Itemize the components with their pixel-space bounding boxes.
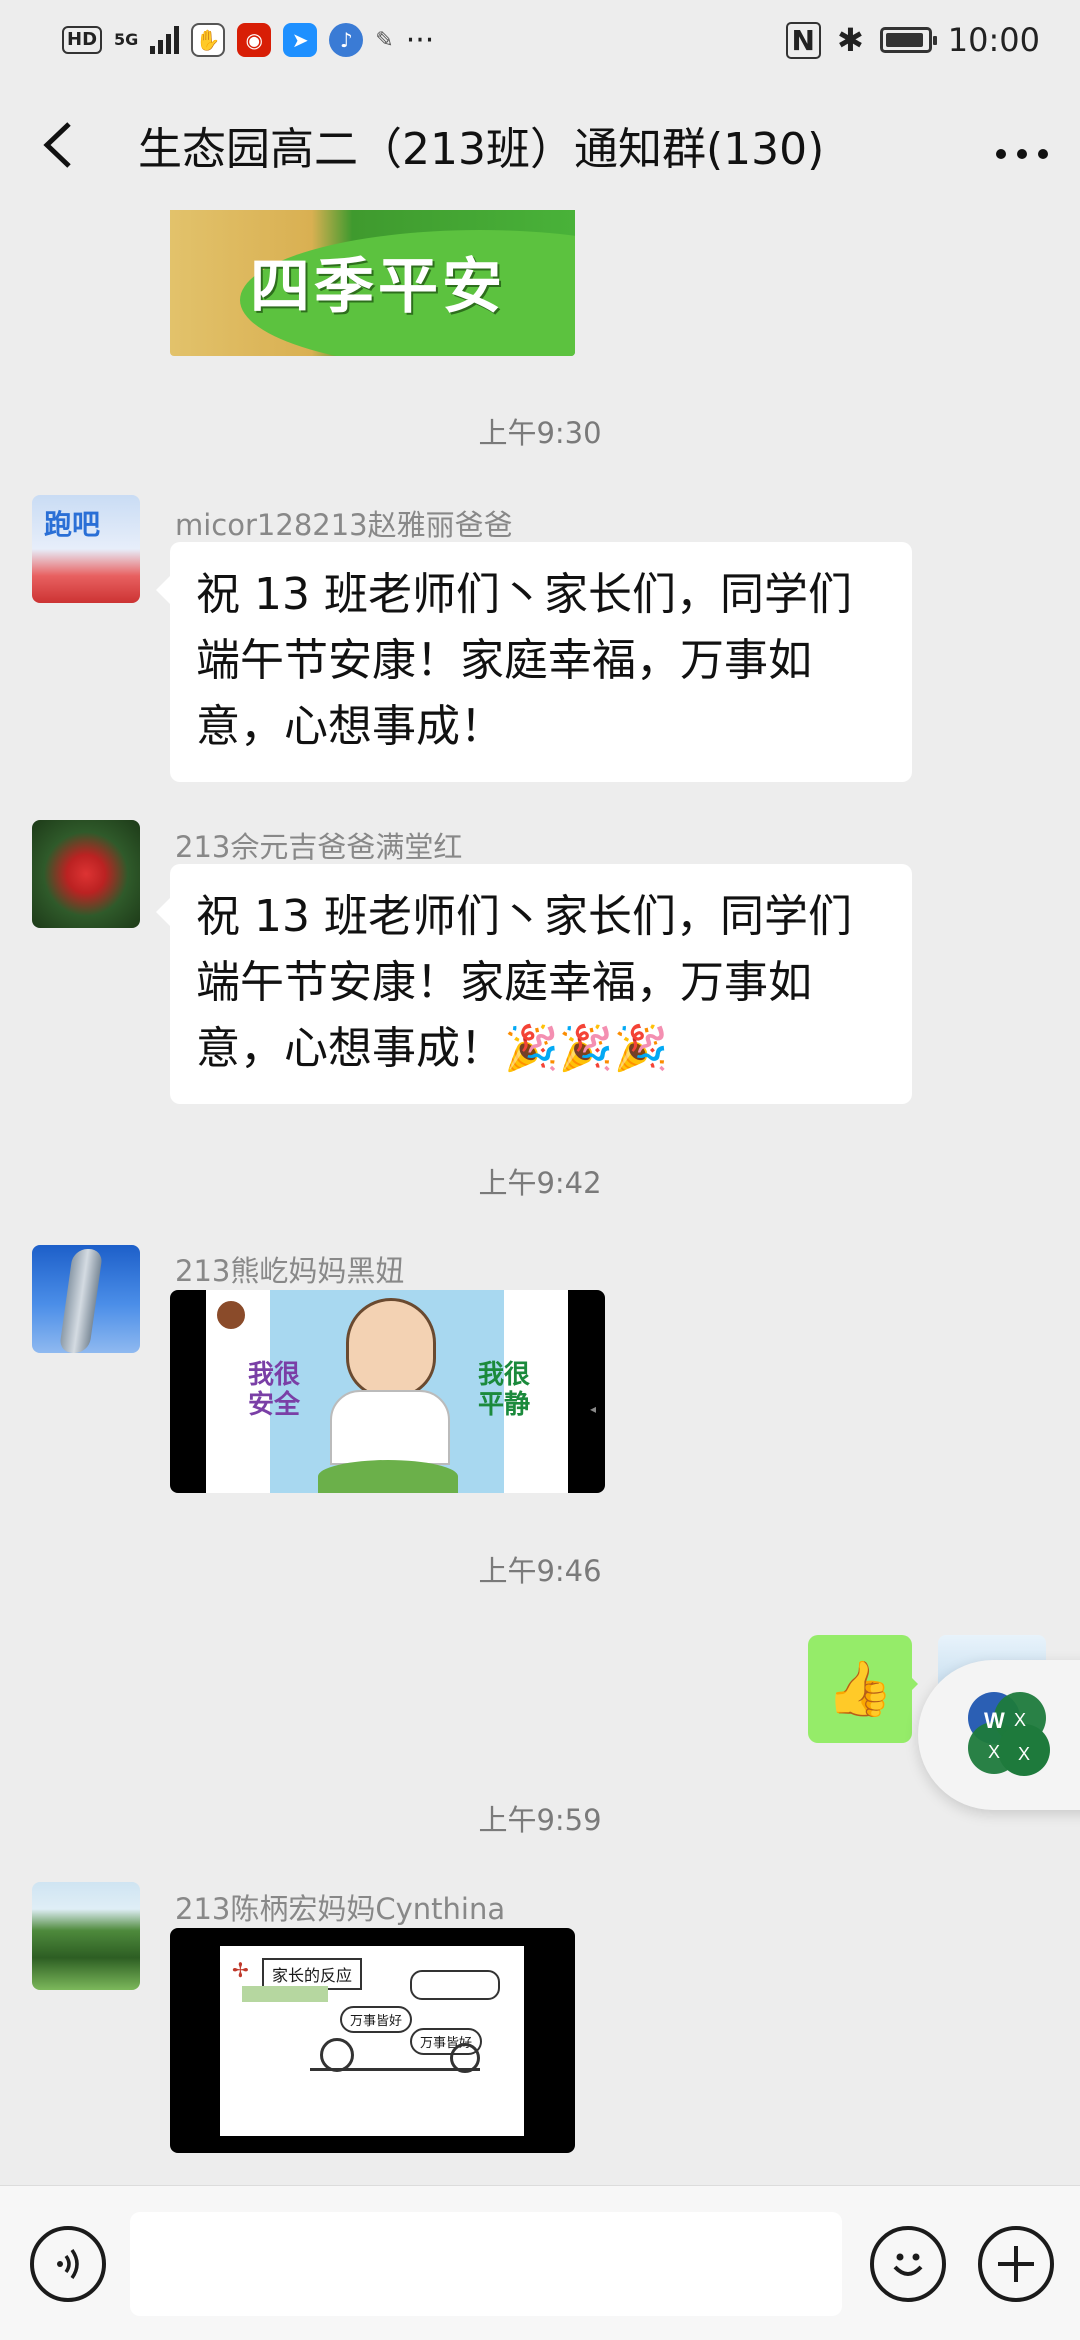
- floating-window[interactable]: W X X X: [918, 1660, 1080, 1810]
- back-icon[interactable]: [28, 115, 88, 175]
- paper-plane-app-icon: ➤: [283, 23, 318, 57]
- image-message-greeting[interactable]: 四季平安: [170, 210, 575, 356]
- avatar[interactable]: [32, 820, 140, 928]
- avatar[interactable]: [32, 1245, 140, 1353]
- text-message-bubble[interactable]: 祝 13 班老师们丶家长们，同学们端午节安康！家庭幸福，万事如意，心想事成！: [156, 542, 912, 782]
- emoji-icon[interactable]: [870, 2226, 946, 2302]
- timestamp: 上午9:30: [478, 416, 602, 450]
- video-caption-left: 我很安全: [248, 1360, 301, 1420]
- sender-name: 213佘元吉爸爸满堂红: [175, 830, 463, 864]
- sender-name: micor128213赵雅丽爸爸: [175, 508, 513, 542]
- avatar[interactable]: 跑吧: [32, 495, 140, 603]
- sender-name: 213陈柄宏妈妈Cynthina: [175, 1892, 506, 1926]
- bluetooth-icon: ✱: [836, 21, 864, 59]
- chat-title: 生态园高二（213班）通知群(130): [138, 124, 825, 175]
- video-caption-right: 我很平静: [478, 1360, 531, 1420]
- status-bar: HD 5G ✋ ◉ ➤ ♪ ✎ ··· N ✱ 10:00: [0, 0, 1080, 80]
- clock: 10:00: [947, 21, 1040, 59]
- plus-icon[interactable]: [978, 2226, 1054, 2302]
- play-indicator-icon: ◂: [590, 1402, 597, 1416]
- thumbs-up-emoji: 👍: [826, 1657, 894, 1720]
- network-type: 5G: [114, 30, 139, 49]
- video-message[interactable]: ✢ 家长的反应 万事皆好 万事皆好: [170, 1928, 575, 2153]
- input-bar: [0, 2185, 1080, 2340]
- text-message-bubble[interactable]: 祝 13 班老师们丶家长们，同学们端午节安康！家庭幸福，万事如意，心想事成！🎉🎉…: [156, 864, 912, 1104]
- battery-icon: [879, 27, 937, 53]
- signal-icon: [150, 26, 180, 54]
- svg-text:W: W: [984, 1708, 1005, 1733]
- office-app-icon: W X X X: [968, 1692, 1050, 1776]
- news-app-icon: ✎: [375, 27, 394, 53]
- message-list[interactable]: 四季平安 上午9:30 跑吧 micor128213赵雅丽爸爸 祝 13 班老师…: [0, 210, 1080, 2185]
- timestamp: 上午9:46: [478, 1554, 602, 1588]
- more-notifications-icon: ···: [405, 22, 435, 58]
- svg-text:X: X: [1018, 1744, 1030, 1764]
- avatar[interactable]: [32, 1882, 140, 1990]
- image-caption: 四季平安: [250, 252, 506, 322]
- timestamp: 上午9:42: [478, 1166, 602, 1200]
- hd-indicator: HD: [62, 26, 103, 54]
- svg-text:X: X: [1014, 1710, 1026, 1730]
- channel-logo-icon: [214, 1298, 248, 1332]
- speech-bubble-a: 万事皆好: [340, 2006, 413, 2033]
- slide-logo-icon: ✢: [232, 1958, 249, 1982]
- svg-text:X: X: [988, 1742, 1000, 1762]
- voice-input-icon[interactable]: [30, 2226, 106, 2302]
- self-message-bubble[interactable]: 👍: [808, 1635, 912, 1743]
- music-app-icon: ♪: [329, 23, 364, 57]
- timestamp: 上午9:59: [478, 1803, 602, 1837]
- more-dots-icon[interactable]: [994, 117, 1050, 173]
- hand-app-icon: ✋: [191, 23, 226, 57]
- party-popper-emoji: 🎉🎉🎉: [504, 1023, 669, 1074]
- chat-header: 生态园高二（213班）通知群(130): [0, 80, 1080, 210]
- sender-name: 213熊屹妈妈黑妞: [175, 1254, 405, 1288]
- weibo-app-icon: ◉: [237, 23, 272, 57]
- nfc-icon: N: [785, 21, 821, 59]
- message-input[interactable]: [130, 2212, 842, 2316]
- video-message[interactable]: 我很安全 我很平静 ◂: [170, 1290, 605, 1493]
